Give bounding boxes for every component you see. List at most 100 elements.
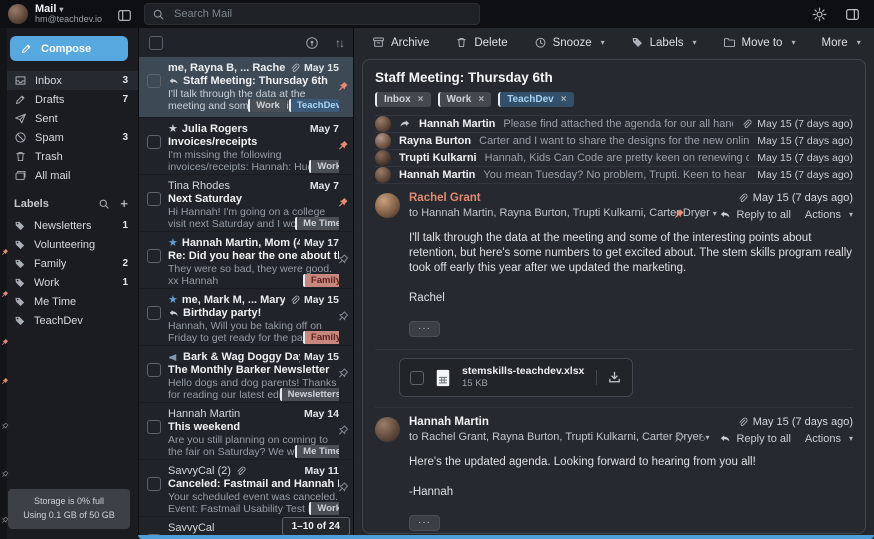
close-icon[interactable]: × — [418, 94, 424, 105]
item-checkbox[interactable] — [147, 192, 161, 206]
select-all-checkbox[interactable] — [149, 36, 163, 50]
list-item[interactable]: ★ Hannah Martin, Mom (4) May 17 Re: Did … — [139, 232, 353, 289]
sidebar-item-spam[interactable]: Spam 3 — [0, 128, 138, 147]
list-item[interactable]: Hannah Martin May 14 This weekend Are yo… — [139, 403, 353, 460]
sort-icon[interactable]: ↑↓ — [335, 36, 343, 50]
move-to-button[interactable]: Move to▾ — [723, 36, 796, 49]
list-item[interactable]: Bark & Wag Doggy Daycare May 15 The Mont… — [139, 346, 353, 403]
attachment-checkbox[interactable] — [410, 371, 424, 385]
pin-icon[interactable] — [336, 81, 349, 94]
label-chip[interactable]: TeachDev — [289, 99, 339, 112]
account-avatar[interactable] — [8, 4, 28, 24]
item-checkbox[interactable] — [147, 74, 161, 88]
sidebar-label-newsletters[interactable]: Newsletters 1 — [0, 216, 138, 235]
quoted-text-toggle[interactable]: ··· — [409, 321, 440, 337]
attachment-card[interactable]: stemskills-teachdev.xlsx 15 KB — [399, 358, 633, 397]
item-checkbox[interactable] — [147, 420, 161, 434]
collapsed-message[interactable]: Hannah Martin Please find attached the a… — [375, 115, 853, 132]
labels-button[interactable]: Labels▾ — [631, 36, 697, 49]
search-input[interactable] — [172, 7, 472, 21]
label-chip[interactable]: Me Time — [295, 217, 339, 230]
list-item[interactable]: Tina Rhodes May 7 Next Saturday Hi Hanna… — [139, 175, 353, 232]
item-checkbox[interactable] — [147, 363, 161, 377]
tag-icon — [631, 36, 644, 49]
label-chip[interactable]: Me Time — [295, 445, 339, 458]
tag-icon — [14, 238, 26, 250]
label-search-icon[interactable] — [98, 197, 110, 209]
list-pager[interactable]: 1–10 of 24 — [282, 517, 350, 536]
sidebar-item-inbox[interactable]: Inbox 3 — [0, 71, 138, 90]
collapse-sidebar-icon[interactable] — [117, 8, 132, 23]
list-item[interactable]: me, Rayna B, ... Rachel G (6) May 15 Sta… — [139, 57, 353, 118]
pin-outline-icon[interactable] — [672, 432, 685, 445]
reply-all-button[interactable]: Reply to all — [719, 208, 790, 220]
chevron-down-icon: ▾ — [59, 5, 63, 14]
close-icon[interactable]: × — [478, 94, 484, 105]
sidebar-item-sent[interactable]: Sent — [0, 109, 138, 128]
item-checkbox[interactable] — [147, 249, 161, 263]
delete-button[interactable]: Delete — [455, 36, 507, 49]
collapsed-message[interactable]: Rayna Burton Carter and I want to share … — [375, 132, 853, 149]
star-icon[interactable]: ★ — [168, 295, 178, 306]
more-button[interactable]: More▾ — [821, 37, 860, 49]
pin-outline-icon[interactable] — [336, 311, 349, 324]
sidebar-item-trash[interactable]: Trash — [0, 147, 138, 166]
label-chip[interactable]: Work — [309, 160, 339, 173]
label-chip-inbox[interactable]: Inbox× — [375, 92, 431, 107]
sidebar-label-family[interactable]: Family 2 — [0, 254, 138, 273]
item-checkbox[interactable] — [147, 306, 161, 320]
label-chip[interactable]: Work — [248, 99, 286, 112]
pin-icon[interactable] — [336, 140, 349, 153]
tag-icon — [14, 276, 26, 288]
label-chip-teachdev[interactable]: TeachDev× — [498, 92, 573, 107]
account-info[interactable]: Mail▾ hm@teachdev.io — [35, 3, 102, 25]
search-bar[interactable] — [144, 3, 480, 25]
star-icon[interactable]: ★ — [168, 124, 178, 135]
list-item[interactable]: ★ me, Mark M, ... Mary G (8) May 15 Birt… — [139, 289, 353, 346]
actions-button[interactable]: Actions▾ — [805, 209, 853, 221]
settings-gear-icon[interactable] — [812, 7, 827, 22]
list-item[interactable]: ★ Julia Rogers May 7 Invoices/receipts I… — [139, 118, 353, 175]
compose-button[interactable]: Compose — [10, 36, 128, 61]
collapsed-message[interactable]: Hannah Martin You mean Tuesday? No probl… — [375, 166, 853, 183]
sidebar-label-me-time[interactable]: Me Time — [0, 292, 138, 311]
sidebar-label-teachdev[interactable]: TeachDev — [0, 311, 138, 330]
star-icon[interactable]: ★ — [168, 238, 178, 249]
recipients-line[interactable]: to Hannah Martin, Rayna Burton, Trupti K… — [409, 207, 663, 219]
reply-all-button[interactable]: Reply to all — [719, 432, 790, 444]
pin-icon[interactable] — [672, 208, 685, 221]
sidebar-item-all-mail[interactable]: All mail — [0, 166, 138, 185]
reading-pane-toggle-icon[interactable] — [845, 7, 860, 22]
snooze-button[interactable]: Snooze▾ — [534, 36, 605, 49]
label-chip[interactable]: Family — [303, 274, 339, 287]
pin-outline-icon[interactable] — [336, 254, 349, 267]
mail-list: ↑↓ me, Rayna B, ... Rachel G (6) May 15 … — [138, 28, 354, 539]
recipients-line[interactable]: to Rachel Grant, Rayna Burton, Trupti Ku… — [409, 431, 663, 443]
archive-button[interactable]: Archive — [372, 36, 429, 49]
sidebar-label-volunteering[interactable]: Volunteering — [0, 235, 138, 254]
item-checkbox[interactable] — [147, 477, 161, 491]
label-chip[interactable]: Work — [309, 502, 339, 515]
label-chip-work[interactable]: Work× — [438, 92, 492, 107]
sender-name[interactable]: Hannah Martin — [409, 416, 663, 428]
pin-outline-icon[interactable] — [336, 482, 349, 495]
pin-outline-icon[interactable] — [336, 368, 349, 381]
collapsed-message[interactable]: Trupti Kulkarni Hannah, Kids Can Code ar… — [375, 149, 853, 166]
pin-icon[interactable] — [336, 197, 349, 210]
label-chip[interactable]: Newsletters — [280, 388, 339, 401]
label-chip[interactable]: Family — [303, 331, 339, 344]
actions-button[interactable]: Actions▾ — [805, 433, 853, 445]
download-icon[interactable] — [596, 370, 622, 385]
quoted-text-toggle[interactable]: ··· — [409, 515, 440, 531]
pin-outline-icon[interactable] — [336, 425, 349, 438]
add-label-icon[interactable]: + — [120, 197, 128, 210]
pinned-filter-icon[interactable] — [305, 36, 319, 50]
read-status-icon[interactable]: ○ — [699, 209, 706, 221]
close-icon[interactable]: × — [561, 94, 567, 105]
item-checkbox[interactable] — [147, 135, 161, 149]
list-item[interactable]: SavvyCal (2) May 11 Canceled: Fastmail a… — [139, 460, 353, 517]
sidebar-label-work[interactable]: Work 1 — [0, 273, 138, 292]
sidebar-item-drafts[interactable]: Drafts 7 — [0, 90, 138, 109]
sender-name[interactable]: Rachel Grant — [409, 192, 663, 204]
read-status-icon[interactable]: ○ — [699, 433, 706, 445]
